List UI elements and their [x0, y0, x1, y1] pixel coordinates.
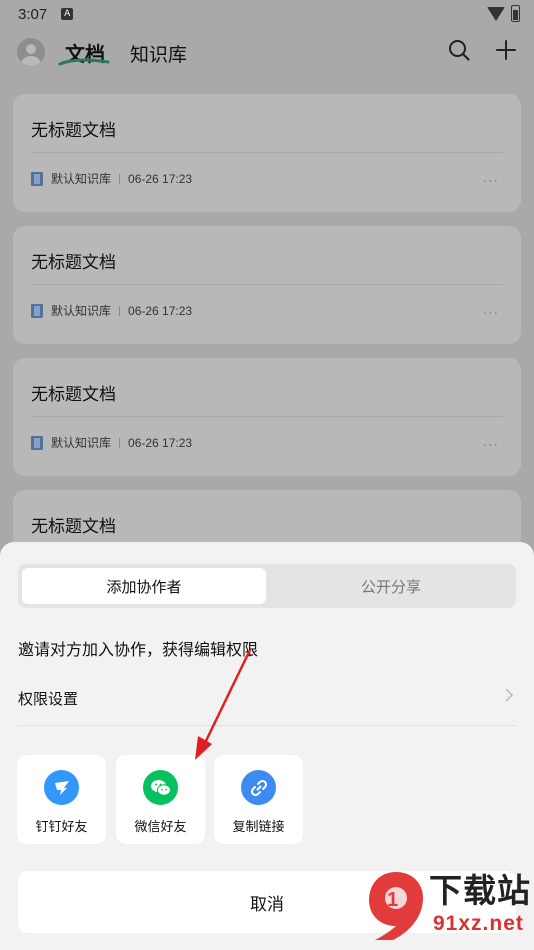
tab-knowledge-base[interactable]: 知识库 — [130, 40, 187, 67]
document-title: 无标题文档 — [31, 517, 116, 537]
battery-icon — [511, 5, 520, 22]
permission-settings-label: 权限设置 — [18, 690, 79, 708]
notification-icon: A — [61, 8, 74, 20]
knowledge-base-icon — [31, 303, 43, 318]
document-title: 无标题文档 — [31, 385, 116, 405]
share-option-label: 复制链接 — [232, 820, 285, 835]
document-time: 06-26 17:23 — [128, 435, 193, 450]
more-icon[interactable]: ··· — [483, 174, 499, 190]
more-icon[interactable]: ··· — [483, 438, 499, 454]
avatar[interactable] — [17, 38, 45, 66]
watermark-url: 91xz.net — [433, 912, 524, 935]
share-dingtalk-button[interactable]: 钉钉好友 — [17, 755, 106, 844]
document-kb: 默认知识库 — [51, 436, 112, 450]
document-meta: 默认知识库 06-26 17:23 — [31, 302, 192, 319]
top-header: 文档 知识库 — [0, 28, 534, 78]
tab-add-collaborator[interactable]: 添加协作者 — [22, 568, 266, 604]
chevron-right-icon — [505, 688, 514, 702]
share-option-label: 钉钉好友 — [35, 820, 88, 835]
wifi-icon — [487, 6, 505, 21]
card-divider — [31, 152, 503, 153]
meta-separator — [119, 173, 121, 184]
status-bar: 3:07 A — [0, 0, 534, 28]
document-meta: 默认知识库 06-26 17:23 — [31, 434, 192, 451]
watermark-logo: 1 — [369, 872, 423, 940]
document-kb: 默认知识库 — [51, 172, 112, 186]
watermark: 1 下载站 91xz.net — [363, 862, 533, 948]
wechat-icon — [143, 770, 178, 805]
tab-active-underline — [58, 58, 110, 66]
svg-text:1: 1 — [387, 889, 398, 911]
invite-description: 邀请对方加入协作，获得编辑权限 — [18, 640, 259, 659]
watermark-title: 下载站 — [429, 871, 531, 910]
link-icon — [241, 770, 276, 805]
share-mode-tabs: 添加协作者 公开分享 — [18, 564, 516, 608]
share-option-label: 微信好友 — [134, 820, 187, 835]
status-icons — [487, 5, 520, 22]
document-time: 06-26 17:23 — [128, 171, 193, 186]
divider — [18, 725, 516, 726]
document-title: 无标题文档 — [31, 253, 116, 273]
status-time: 3:07 — [18, 5, 48, 23]
document-meta: 默认知识库 06-26 17:23 — [31, 170, 192, 187]
add-icon[interactable] — [495, 39, 517, 61]
dingtalk-icon — [44, 770, 79, 805]
meta-separator — [119, 305, 121, 316]
more-icon[interactable]: ··· — [483, 306, 499, 322]
knowledge-base-icon — [31, 171, 43, 186]
tab-public-share[interactable]: 公开分享 — [270, 568, 512, 604]
document-card[interactable]: 无标题文档 默认知识库 06-26 17:23 ··· — [13, 358, 521, 476]
document-card[interactable]: 无标题文档 默认知识库 06-26 17:23 ··· — [13, 226, 521, 344]
search-icon[interactable] — [448, 39, 470, 61]
copy-link-button[interactable]: 复制链接 — [214, 755, 303, 844]
knowledge-base-icon — [31, 435, 43, 450]
permission-settings-row[interactable]: 权限设置 — [18, 682, 516, 722]
card-divider — [31, 416, 503, 417]
document-kb: 默认知识库 — [51, 304, 112, 318]
share-wechat-button[interactable]: 微信好友 — [116, 755, 205, 844]
document-card[interactable]: 无标题文档 默认知识库 06-26 17:23 ··· — [13, 94, 521, 212]
document-title: 无标题文档 — [31, 121, 116, 141]
document-time: 06-26 17:23 — [128, 303, 193, 318]
card-divider — [31, 284, 503, 285]
meta-separator — [119, 437, 121, 448]
